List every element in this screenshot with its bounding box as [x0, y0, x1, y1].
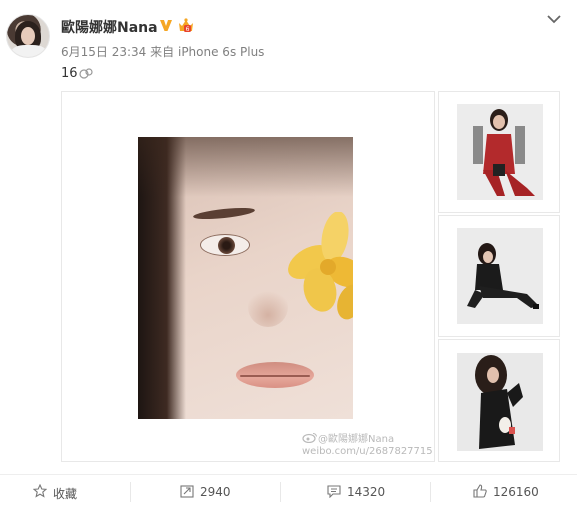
device-label[interactable]: iPhone 6s Plus: [178, 45, 264, 59]
weibo-logo-icon: [302, 433, 317, 443]
thumbnail-3[interactable]: [438, 339, 560, 462]
chevron-down-icon[interactable]: [545, 12, 563, 26]
sticker-icon: [79, 68, 93, 79]
verified-badge-icon: [160, 20, 172, 31]
comment-count: 14320: [347, 485, 386, 499]
vip-crown-icon[interactable]: 6: [177, 17, 195, 34]
photo-woman-black-outfit: [457, 228, 543, 324]
like-count: 126160: [493, 485, 539, 499]
flower-icon: [288, 212, 353, 320]
image-watermark: @歐陽娜娜Nana weibo.com/u/2687827715: [302, 432, 436, 458]
action-separator: [430, 482, 431, 502]
username-link[interactable]: 歐陽娜娜Nana: [61, 17, 158, 37]
favorite-label: 收藏: [53, 487, 78, 501]
photo-woman-curly-hair: [457, 353, 543, 451]
via-label: 来自: [150, 45, 175, 59]
main-photo[interactable]: [61, 91, 435, 462]
photo-woman-red-outfit: [457, 104, 543, 200]
post-text: 16: [61, 66, 78, 81]
action-separator: [280, 482, 281, 502]
divider: [0, 474, 577, 475]
comment-icon: [327, 485, 341, 498]
star-icon: [33, 484, 47, 498]
watermark-user: @歐陽娜娜Nana: [318, 434, 395, 445]
thumbnail-1[interactable]: [438, 91, 560, 213]
share-icon: [180, 485, 194, 498]
watermark-url: weibo.com/u/2687827715: [302, 446, 433, 457]
thumbs-up-icon: [473, 484, 487, 498]
svg-text:6: 6: [186, 26, 190, 33]
action-separator: [130, 482, 131, 502]
post-meta: 6月15日 23:34 来自 iPhone 6s Plus: [61, 43, 264, 60]
forward-count: 2940: [200, 485, 231, 499]
portrait-image: [138, 137, 353, 419]
thumbnail-2[interactable]: [438, 215, 560, 337]
avatar[interactable]: [6, 14, 50, 58]
post-date[interactable]: 6月15日 23:34: [61, 45, 146, 59]
